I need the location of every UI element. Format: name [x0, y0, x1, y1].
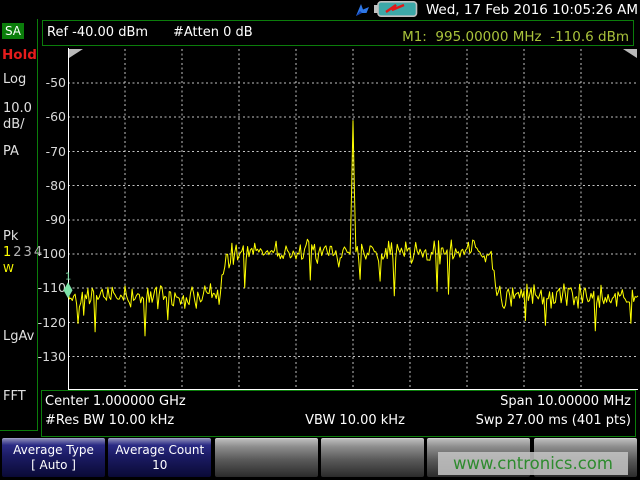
softkey-value: [ Auto ] — [2, 458, 105, 473]
ref-level-readout: Ref -40.00 dBm — [47, 25, 148, 40]
y-axis-label: -120 — [35, 315, 66, 330]
span-readout: Span 10.00000 MHz — [500, 394, 631, 409]
y-axis-label: -60 — [35, 109, 66, 124]
softkey-average-type[interactable]: Average Type[ Auto ] — [2, 438, 105, 477]
average-type-label: LgAv — [3, 329, 34, 344]
softkey-average-count[interactable]: Average Count10 — [108, 438, 211, 477]
header-annotation-box: Ref -40.00 dBm #Atten 0 dB M1: 995.00000… — [42, 20, 634, 46]
active-trace-number: 1 — [3, 245, 13, 260]
y-axis-label: -100 — [35, 246, 66, 261]
y-axis-label: -70 — [35, 144, 66, 159]
watermark: www.cntronics.com — [438, 452, 628, 475]
top-status-bar: Wed, 17 Feb 2016 10:05:26 AM — [0, 0, 640, 19]
svg-text:1: 1 — [65, 271, 71, 282]
trace-state-label: W — [3, 262, 14, 275]
softkey-blank-3[interactable] — [215, 438, 318, 477]
battery-status-icon — [374, 1, 418, 17]
y-axis-label: -90 — [35, 212, 66, 227]
footer-annotation-box: Center 1.000000 GHz Span 10.00000 MHz #R… — [41, 390, 636, 437]
preamp-label: PA — [3, 144, 19, 159]
fieldfox-spectrum-analyzer-screen: Wed, 17 Feb 2016 10:05:26 AM Ref -40.00 … — [0, 0, 640, 480]
scale-unit-label: dB/ — [3, 117, 25, 132]
y-axis-label: -50 — [35, 75, 66, 90]
video-bw-readout: VBW 10.00 kHz — [290, 413, 420, 428]
usb-device-icon — [354, 2, 372, 18]
date-time: Wed, 17 Feb 2016 10:05:26 AM — [426, 2, 638, 18]
sweep-hold-indicator: Hold — [2, 47, 37, 63]
y-axis-label: -110 — [35, 280, 66, 295]
y-axis-label: -80 — [35, 178, 66, 193]
sweep-time-readout: Swp 27.00 ms (401 pts) — [476, 413, 631, 428]
softkey-value: 10 — [108, 458, 211, 473]
marker1-readout: M1: 995.00000 MHz -110.6 dBm — [402, 29, 629, 45]
y-axis-label: -130 — [35, 349, 66, 364]
res-bw-readout: #Res BW 10.00 kHz — [45, 413, 174, 428]
scale-value-label: 10.0 — [3, 101, 32, 116]
softkey-label: Average Count — [108, 443, 211, 458]
mode-badge-sa: SA — [2, 23, 24, 39]
softkey-blank-4[interactable] — [321, 438, 424, 477]
scale-type-label: Log — [3, 72, 26, 87]
fft-mode-label: FFT — [3, 389, 26, 404]
center-freq-readout: Center 1.000000 GHz — [45, 394, 186, 409]
spectrum-graticule: 1 — [68, 48, 638, 390]
softkey-label: Average Type — [2, 443, 105, 458]
detector-label: Pk — [3, 229, 18, 244]
attenuation-readout: #Atten 0 dB — [173, 25, 253, 40]
